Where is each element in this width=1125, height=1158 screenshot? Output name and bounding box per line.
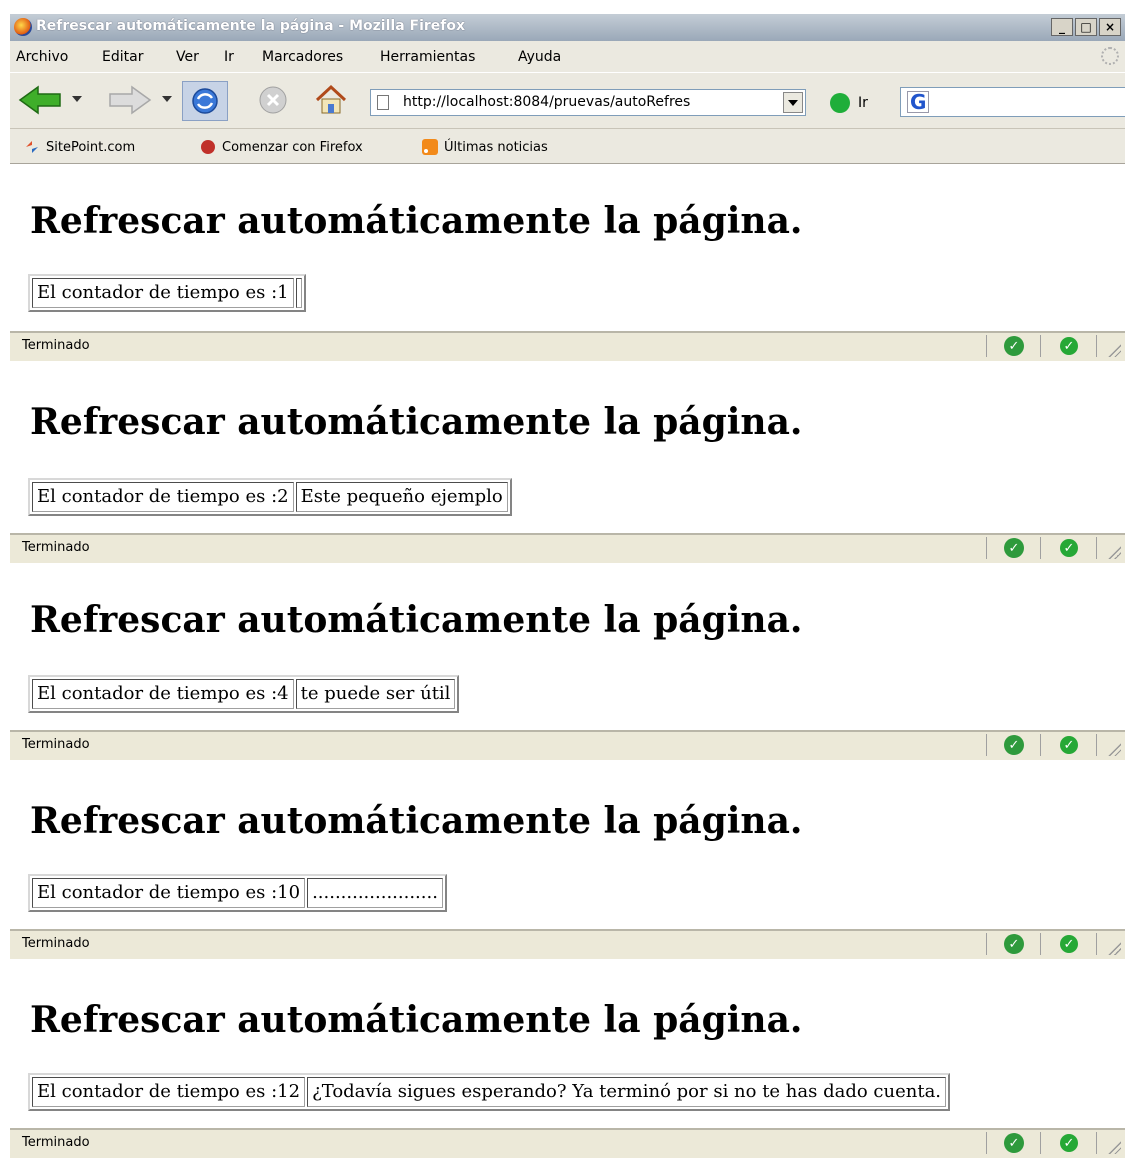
- page-icon: [377, 95, 389, 110]
- counter-table: El contador de tiempo es :10 ...........…: [28, 874, 447, 912]
- status-text: Terminado: [22, 936, 90, 951]
- validation-check-icon[interactable]: ✓: [1004, 1133, 1024, 1153]
- page-heading: Refrescar automáticamente la página.: [30, 800, 803, 842]
- url-text: http://localhost:8084/pruevas/autoRefres: [403, 94, 691, 110]
- reload-icon[interactable]: [182, 81, 228, 121]
- counter-table: El contador de tiempo es :1: [28, 274, 306, 312]
- message-cell: Este pequeño ejemplo: [295, 482, 508, 512]
- status-text: Terminado: [22, 737, 90, 752]
- menu-ayuda[interactable]: Ayuda: [518, 49, 561, 65]
- menu-bar: Archivo Editar Ver Ir Marcadores Herrami…: [10, 41, 1125, 72]
- back-arrow-icon[interactable]: [18, 85, 62, 115]
- bookmark-label: Comenzar con Firefox: [222, 139, 363, 155]
- resize-grip-icon[interactable]: [1107, 1140, 1121, 1154]
- bookmarks-toolbar: SitePoint.com Comenzar con Firefox Últim…: [10, 129, 1125, 164]
- maximize-button[interactable]: □: [1075, 18, 1097, 36]
- menu-ver[interactable]: Ver: [176, 49, 199, 65]
- status-text: Terminado: [22, 540, 90, 555]
- menu-editar[interactable]: Editar: [102, 49, 143, 65]
- go-button-label[interactable]: Ir: [858, 95, 868, 111]
- url-bar[interactable]: http://localhost:8084/pruevas/autoRefres: [370, 89, 806, 116]
- status-bar: Terminado ✓ ✓: [10, 1128, 1125, 1158]
- counter-cell: El contador de tiempo es :2: [32, 482, 294, 512]
- rss-feed-icon: [422, 139, 438, 155]
- status-ok-icon[interactable]: ✓: [1060, 337, 1078, 355]
- firefox-logo-icon: [14, 18, 32, 36]
- window-title: Refrescar automáticamente la página - Mo…: [36, 18, 466, 34]
- page-heading: Refrescar automáticamente la página.: [30, 200, 803, 242]
- counter-cell: El contador de tiempo es :12: [32, 1077, 306, 1107]
- resize-grip-icon[interactable]: [1107, 545, 1121, 559]
- page-heading: Refrescar automáticamente la página.: [30, 999, 803, 1041]
- status-bar: Terminado ✓ ✓: [10, 331, 1125, 361]
- page-snapshot-3: Refrescar automáticamente la página. El …: [10, 567, 1125, 764]
- close-button[interactable]: ×: [1099, 18, 1121, 36]
- page-heading: Refrescar automáticamente la página.: [30, 599, 803, 641]
- validation-check-icon[interactable]: ✓: [1004, 538, 1024, 558]
- bookmark-sitepoint[interactable]: SitePoint.com: [24, 139, 135, 155]
- minimize-button[interactable]: _: [1051, 18, 1073, 36]
- status-text: Terminado: [22, 338, 90, 353]
- bookmark-label: SitePoint.com: [46, 139, 136, 155]
- message-cell: te puede ser útil: [295, 679, 456, 709]
- menu-ir[interactable]: Ir: [224, 49, 234, 65]
- sitepoint-icon: [24, 139, 40, 155]
- counter-cell: El contador de tiempo es :10: [32, 878, 306, 908]
- page-snapshot-5: Refrescar automáticamente la página. El …: [10, 963, 1125, 1158]
- status-bar: Terminado ✓ ✓: [10, 533, 1125, 563]
- window-title-bar[interactable]: Refrescar automáticamente la página - Mo…: [10, 14, 1125, 41]
- home-icon[interactable]: [312, 81, 350, 119]
- bookmark-ultimas-noticias[interactable]: Últimas noticias: [422, 139, 548, 155]
- status-ok-icon[interactable]: ✓: [1060, 935, 1078, 953]
- search-input[interactable]: G: [900, 87, 1125, 117]
- message-cell: [295, 278, 302, 308]
- message-cell: ......................: [307, 878, 443, 908]
- menu-herramientas[interactable]: Herramientas: [380, 49, 475, 65]
- back-history-dropdown[interactable]: [72, 96, 82, 102]
- stop-icon[interactable]: [256, 83, 290, 117]
- counter-cell: El contador de tiempo es :1: [32, 278, 294, 308]
- forward-arrow-icon[interactable]: [108, 85, 152, 115]
- url-history-dropdown[interactable]: [783, 92, 803, 113]
- status-ok-icon[interactable]: ✓: [1060, 539, 1078, 557]
- resize-grip-icon[interactable]: [1107, 742, 1121, 756]
- counter-table: El contador de tiempo es :12 ¿Todavía si…: [28, 1073, 951, 1111]
- go-icon[interactable]: [830, 93, 850, 113]
- status-ok-icon[interactable]: ✓: [1060, 1134, 1078, 1152]
- bookmark-comenzar-con-firefox[interactable]: Comenzar con Firefox: [200, 139, 363, 155]
- menu-archivo[interactable]: Archivo: [16, 49, 68, 65]
- counter-table: El contador de tiempo es :4 te puede ser…: [28, 675, 460, 713]
- counter-table: El contador de tiempo es :2 Este pequeño…: [28, 478, 512, 516]
- validation-check-icon[interactable]: ✓: [1004, 336, 1024, 356]
- throbber-icon: [1101, 47, 1119, 65]
- page-snapshot-2: Refrescar automáticamente la página. El …: [10, 365, 1125, 567]
- bookmark-label: Últimas noticias: [444, 139, 548, 155]
- google-search-icon[interactable]: G: [907, 91, 930, 113]
- page-snapshot-4: Refrescar automáticamente la página. El …: [10, 764, 1125, 963]
- status-bar: Terminado ✓ ✓: [10, 929, 1125, 959]
- validation-check-icon[interactable]: ✓: [1004, 735, 1024, 755]
- firefox-bookmark-icon: [200, 139, 216, 155]
- message-cell: ¿Todavía sigues esperando? Ya terminó po…: [307, 1077, 947, 1107]
- window-controls: _ □ ×: [1051, 18, 1121, 36]
- status-ok-icon[interactable]: ✓: [1060, 736, 1078, 754]
- forward-history-dropdown[interactable]: [162, 96, 172, 102]
- status-text: Terminado: [22, 1135, 90, 1150]
- page-snapshot-1: Refrescar automáticamente la página. El …: [10, 164, 1125, 365]
- resize-grip-icon[interactable]: [1107, 941, 1121, 955]
- resize-grip-icon[interactable]: [1107, 343, 1121, 357]
- status-bar: Terminado ✓ ✓: [10, 730, 1125, 760]
- validation-check-icon[interactable]: ✓: [1004, 934, 1024, 954]
- counter-cell: El contador de tiempo es :4: [32, 679, 294, 709]
- page-heading: Refrescar automáticamente la página.: [30, 401, 803, 443]
- menu-marcadores[interactable]: Marcadores: [262, 49, 343, 65]
- navigation-toolbar: http://localhost:8084/pruevas/autoRefres…: [10, 72, 1125, 129]
